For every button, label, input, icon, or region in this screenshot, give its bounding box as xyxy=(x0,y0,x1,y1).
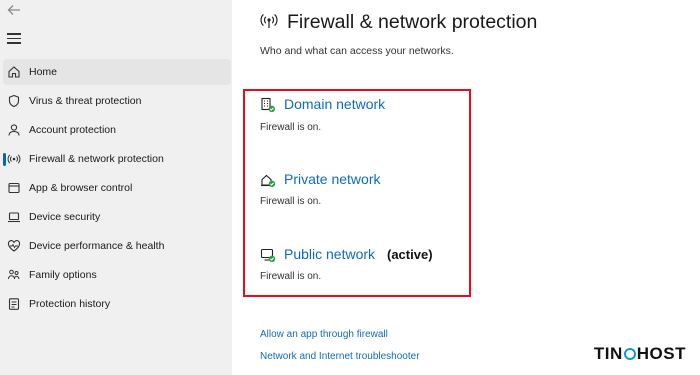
public-network-link[interactable]: Public network xyxy=(284,246,375,262)
app-window-icon xyxy=(7,181,21,195)
private-network-icon xyxy=(261,174,276,187)
page-title: Firewall & network protection xyxy=(287,11,538,33)
allow-app-link[interactable]: Allow an app through firewall xyxy=(260,329,388,340)
shield-icon xyxy=(7,94,21,108)
sidebar-item-label: Virus & threat protection xyxy=(29,95,142,107)
sidebar-item-device-performance[interactable]: Device performance & health xyxy=(3,233,231,259)
laptop-icon xyxy=(7,210,21,224)
sidebar-item-label: App & browser control xyxy=(29,182,133,194)
sidebar-item-app-browser[interactable]: App & browser control xyxy=(3,175,231,201)
sidebar-item-label: Device performance & health xyxy=(29,240,165,252)
watermark-text-left: TIN xyxy=(593,344,623,363)
watermark-text-right: HOST xyxy=(636,344,686,363)
domain-network-status: Firewall is on. xyxy=(260,122,322,133)
active-indicator xyxy=(3,153,6,166)
public-network-status: Firewall is on. xyxy=(260,271,322,282)
sidebar-item-virus-threat[interactable]: Virus & threat protection xyxy=(3,88,231,114)
active-label: (active) xyxy=(387,247,433,262)
watermark-logo: TIN HOST xyxy=(594,344,686,364)
domain-network-link[interactable]: Domain network xyxy=(284,96,385,112)
domain-network-icon xyxy=(261,97,275,112)
home-icon xyxy=(7,65,21,79)
watermark-ring-icon xyxy=(623,348,636,360)
sidebar-item-device-security[interactable]: Device security xyxy=(3,204,231,230)
sidebar-item-account-protection[interactable]: Account protection xyxy=(3,117,231,143)
antenna-icon xyxy=(7,152,21,166)
public-network-icon xyxy=(260,248,276,262)
sidebar-item-family-options[interactable]: Family options xyxy=(3,262,231,288)
sidebar-item-label: Firewall & network protection xyxy=(29,153,164,165)
private-network-link[interactable]: Private network xyxy=(284,171,380,187)
person-icon xyxy=(7,123,21,137)
history-icon xyxy=(7,297,21,311)
family-icon xyxy=(7,268,21,282)
troubleshooter-link[interactable]: Network and Internet troubleshooter xyxy=(260,351,420,362)
sidebar-item-label: Home xyxy=(29,66,58,78)
highlight-box xyxy=(243,89,471,297)
antenna-icon xyxy=(260,13,278,28)
sidebar: Home Virus & threat protection Account p… xyxy=(0,0,232,375)
private-network-status: Firewall is on. xyxy=(260,196,322,207)
menu-icon[interactable] xyxy=(7,33,21,44)
sidebar-item-label: Family options xyxy=(29,269,97,281)
heart-icon xyxy=(7,239,21,253)
sidebar-item-protection-history[interactable]: Protection history xyxy=(3,291,231,317)
sidebar-item-firewall[interactable]: Firewall & network protection xyxy=(3,146,231,172)
sidebar-item-home[interactable]: Home xyxy=(3,59,231,85)
sidebar-item-label: Account protection xyxy=(29,124,116,136)
page-subtitle: Who and what can access your networks. xyxy=(260,45,454,57)
sidebar-item-label: Protection history xyxy=(29,298,111,310)
sidebar-item-label: Device security xyxy=(29,211,101,223)
back-arrow-icon[interactable] xyxy=(6,2,22,18)
